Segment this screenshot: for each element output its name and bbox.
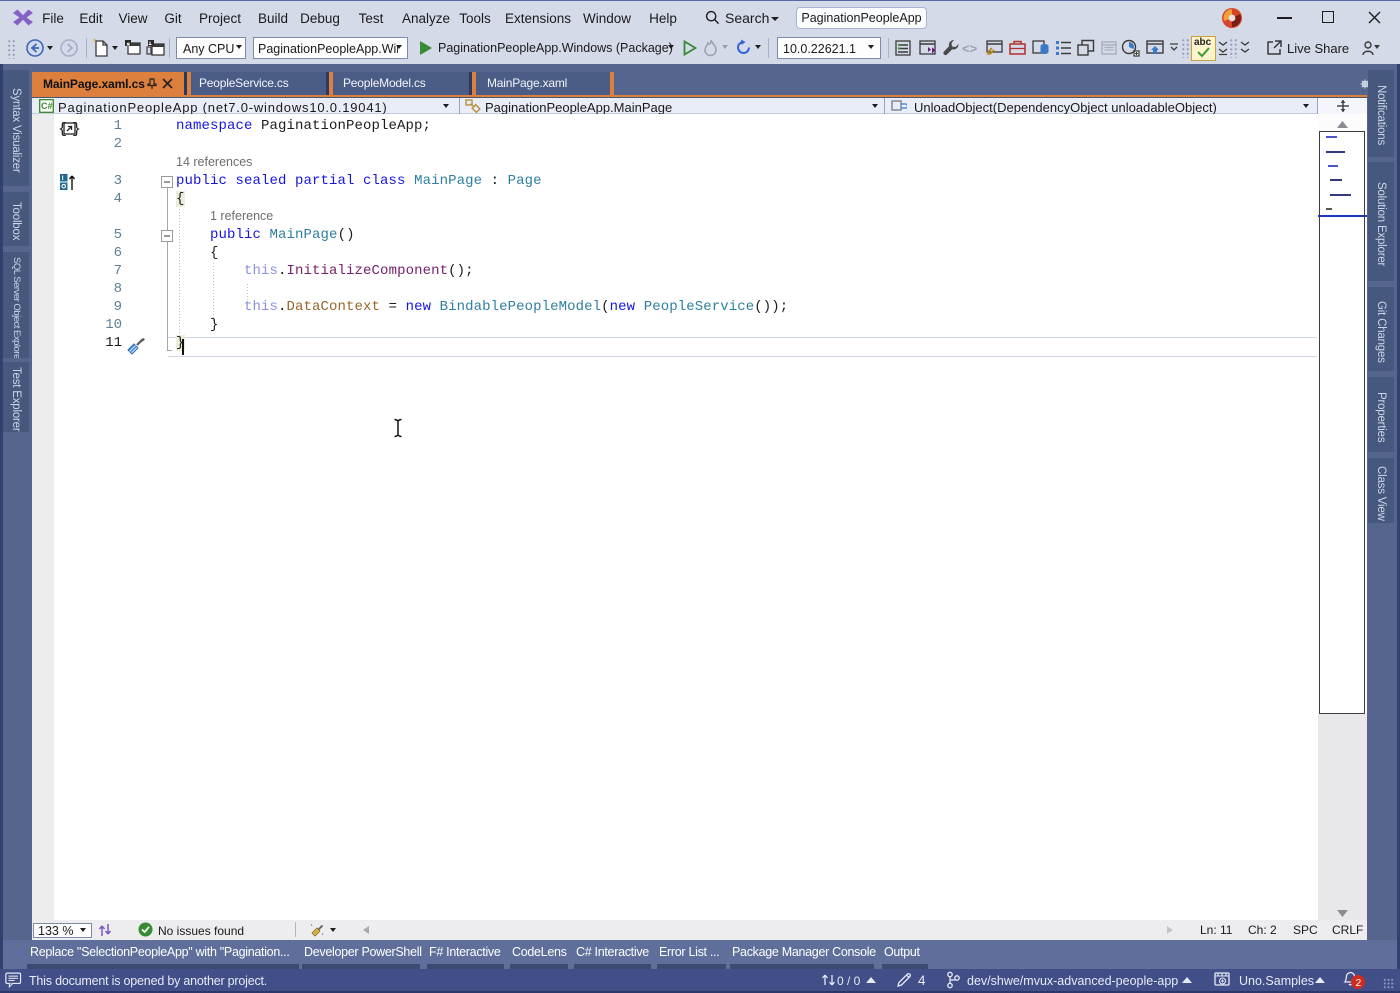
svg-text:C#: C# <box>41 101 53 111</box>
svg-text:*: * <box>93 38 97 47</box>
svg-text:I: I <box>62 175 64 182</box>
